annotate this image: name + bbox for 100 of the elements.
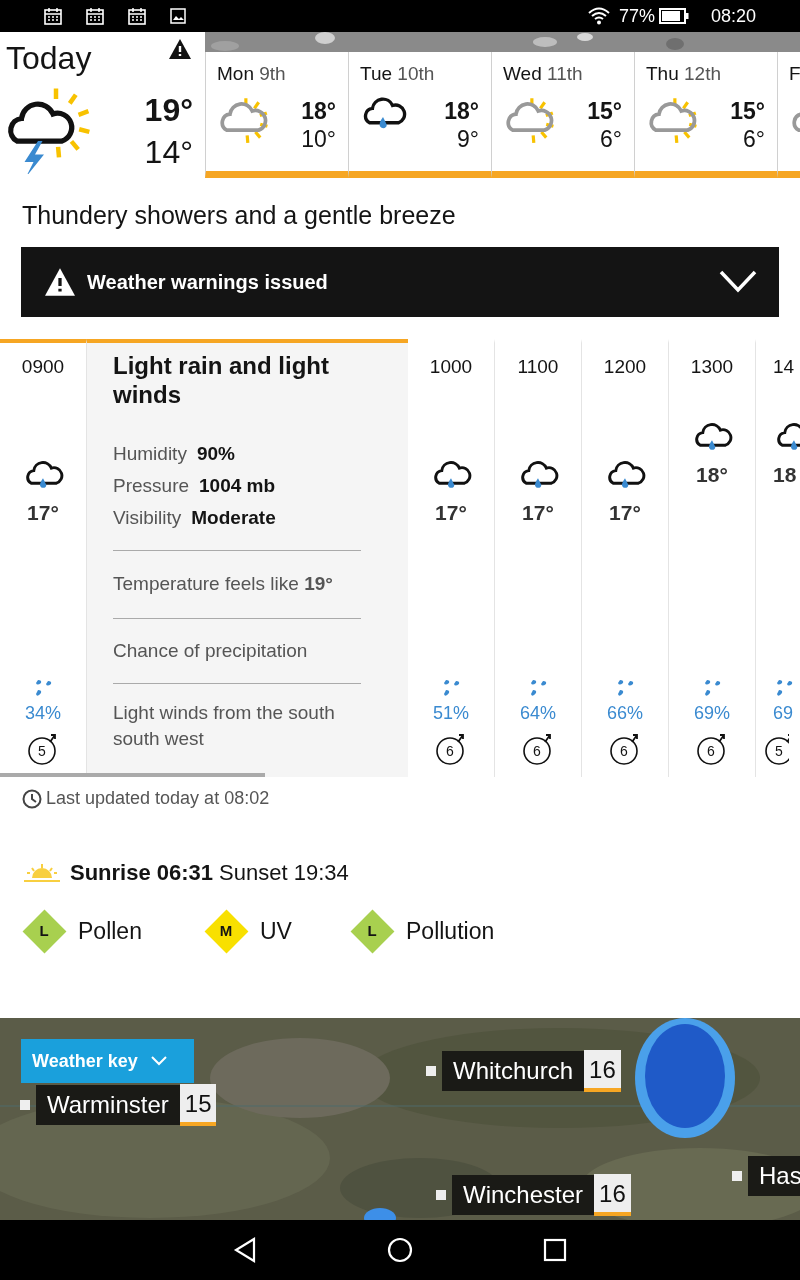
day-forecast-card[interactable]: F — [777, 52, 800, 178]
day-name: F — [789, 63, 800, 84]
wind-speed: 6 — [619, 742, 629, 760]
hour-temperature: 17° — [435, 500, 467, 527]
map-marker — [732, 1171, 742, 1181]
image-icon — [170, 8, 186, 24]
day-date: 12th — [683, 63, 721, 84]
hour-time: 1300 — [690, 355, 734, 379]
wind-direction-icon — [763, 731, 789, 767]
precipitation-text: Chance of precipitation — [113, 639, 308, 661]
battery-percentage: 77% — [618, 4, 655, 28]
stat-label: Pressure — [113, 474, 190, 498]
hourly-forecast-column[interactable]: 14 18 69 5 — [756, 339, 800, 777]
precipitation-chance: 34% — [25, 702, 61, 725]
stat-label: Visibility — [113, 506, 182, 530]
map-marker — [426, 1066, 436, 1076]
hour-temperature: 17° — [609, 500, 641, 527]
hour-temperature: 18 — [773, 462, 797, 489]
warnings-dropdown[interactable]: Weather warnings issued — [21, 247, 779, 317]
today-panel[interactable]: Today 19° 14° — [0, 32, 205, 178]
precipitation-chance: 66% — [607, 702, 643, 725]
high-temperature: 15° — [587, 97, 622, 126]
stat-label: Humidity — [113, 442, 187, 466]
day-name: Wed — [503, 63, 542, 84]
wifi-icon — [586, 6, 611, 26]
level-letter: L — [39, 920, 49, 941]
calendar-icon — [128, 7, 146, 25]
wind-speed: 6 — [706, 742, 716, 760]
place-temperature: 15 — [179, 1084, 217, 1126]
hour-time: 14 — [773, 355, 795, 379]
scrollbar[interactable] — [0, 773, 265, 777]
place-label[interactable]: Warminster — [36, 1085, 180, 1125]
place-temperature: 16 — [584, 1050, 621, 1092]
hour-temperature: 18° — [696, 462, 728, 489]
low-temperature: 10° — [301, 125, 336, 154]
precipitation-chance: 69 — [773, 702, 794, 725]
sunrise-time: Sunrise 06:31 — [70, 859, 214, 887]
low-temperature: 6° — [600, 125, 622, 154]
place-label[interactable]: Winchester — [452, 1175, 595, 1215]
day-forecast-card[interactable]: Mon 9th 18° 10° — [205, 52, 348, 178]
feels-like-text: Temperature feels like 19° — [113, 573, 333, 594]
sunset-time: Sunset 19:34 — [219, 859, 349, 887]
wind-speed: 6 — [445, 742, 455, 760]
warning-icon — [168, 38, 192, 60]
day-forecast-card[interactable]: Tue 10th 18° 9° — [348, 52, 491, 178]
calendar-icon — [86, 7, 104, 25]
hourly-forecast-column[interactable]: 1200 17° 66% 6 — [582, 339, 669, 777]
high-temperature: 18° — [444, 97, 479, 126]
day-forecast-card[interactable]: Wed 11th 15° 6° — [491, 52, 634, 178]
hourly-forecast-column[interactable]: 1100 17° 64% 6 — [495, 339, 582, 777]
last-updated-text: Last updated today at 08:02 — [46, 787, 270, 810]
wind-speed: 5 — [37, 742, 47, 760]
recent-apps-icon[interactable] — [543, 1238, 567, 1262]
weather-summary: Thundery showers and a gentle breeze — [22, 200, 457, 231]
hourly-forecast-column[interactable]: 1000 17° 51% 6 — [408, 339, 495, 777]
wind-description: Light winds from the south south west — [113, 701, 336, 751]
hour-time: 1000 — [429, 355, 473, 379]
stat-value: 90% — [196, 442, 235, 466]
precipitation-chance: 51% — [433, 702, 469, 725]
wind-speed: 5 — [774, 742, 784, 760]
warning-icon — [43, 267, 77, 297]
low-temperature: 9° — [457, 125, 479, 154]
level-letter: M — [219, 920, 233, 941]
map-marker — [436, 1190, 446, 1200]
wind-speed: 6 — [532, 742, 542, 760]
level-letter: L — [367, 920, 377, 941]
low-temperature: 6° — [743, 125, 765, 154]
precipitation-chance: 64% — [520, 702, 556, 725]
day-date: 9th — [258, 63, 286, 84]
map-marker — [20, 1100, 30, 1110]
day-forecast-card[interactable]: Thu 12th 15° 6° — [634, 52, 777, 178]
hour-time: 1100 — [517, 355, 559, 379]
index-label: Pollution — [406, 916, 495, 946]
high-temperature: 18° — [301, 97, 336, 126]
home-icon[interactable] — [387, 1237, 413, 1263]
stat-value: 1004 mb — [199, 474, 276, 498]
hour-temperature: 17° — [27, 500, 59, 527]
clock-icon — [22, 788, 42, 809]
back-icon[interactable] — [233, 1237, 257, 1263]
hour-time: 0900 — [21, 355, 65, 379]
today-title: Today — [6, 39, 92, 78]
calendar-icon — [44, 7, 62, 25]
high-temperature: 19° — [144, 91, 193, 130]
stat-value: Moderate — [191, 506, 276, 530]
detail-title: Light rain and light winds — [113, 351, 330, 409]
chevron-icon — [149, 1055, 168, 1067]
place-temperature: 16 — [594, 1174, 631, 1216]
day-name: Tue — [360, 63, 393, 84]
hour-temperature: 17° — [522, 500, 554, 527]
day-date: 11th — [546, 63, 583, 84]
low-temperature: 14° — [144, 133, 193, 172]
place-label[interactable]: Has — [748, 1156, 800, 1196]
hourly-forecast-column[interactable]: 1300 18° 69% 6 — [669, 339, 756, 777]
index-label: UV — [260, 916, 292, 946]
index-label: Pollen — [78, 916, 142, 946]
precipitation-chance: 69% — [694, 702, 730, 725]
day-name: Thu — [646, 63, 679, 84]
high-temperature: 15° — [730, 97, 765, 126]
place-label[interactable]: Whitchurch — [442, 1051, 585, 1091]
hour-time: 1200 — [603, 355, 647, 379]
